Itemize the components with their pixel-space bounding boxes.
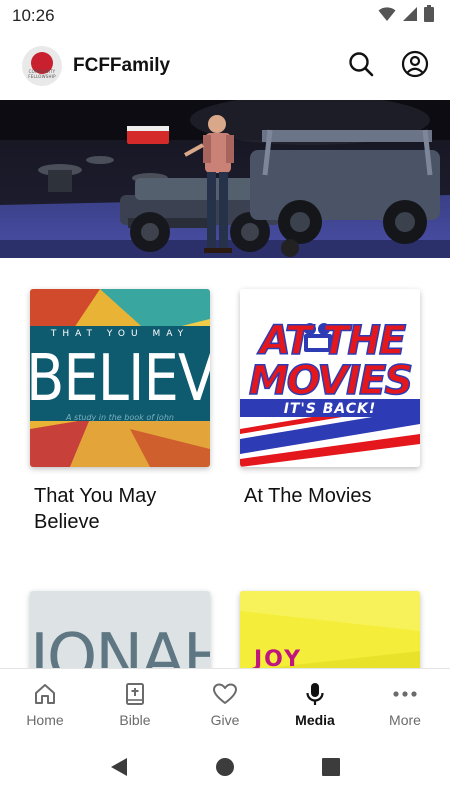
nav-label-more: More (389, 712, 421, 728)
search-icon (348, 51, 374, 82)
search-button[interactable] (346, 51, 376, 81)
series-card-movies[interactable]: AT THE MOVIES IT'S BACK! At The Movies (240, 289, 420, 509)
status-time: 10:26 (12, 6, 55, 25)
bible-icon (122, 681, 148, 707)
movies-line1: AT THE (259, 318, 407, 364)
cellular-signal-icon (402, 6, 418, 27)
series-artwork-movies: AT THE MOVIES IT'S BACK! (240, 289, 420, 467)
microphone-icon (302, 681, 328, 707)
nav-label-give: Give (210, 712, 240, 728)
nav-label-bible: Bible (119, 712, 151, 728)
believe-sub-text: A study in the book of John (66, 413, 174, 422)
nav-label-home: Home (26, 712, 64, 728)
heart-icon (212, 681, 238, 707)
system-navigation-bar (0, 738, 450, 800)
nav-label-media: Media (295, 712, 335, 728)
app-title: FCFFamily (73, 55, 171, 76)
nav-item-media[interactable]: Media (270, 669, 360, 738)
back-icon[interactable] (109, 757, 129, 782)
featured-media-banner[interactable] (0, 100, 450, 258)
believe-big-text: BELIEVE (30, 341, 210, 417)
believe-top-text: THAT YOU MAY (50, 329, 190, 339)
series-title-believe[interactable]: That You May Believe (30, 483, 210, 535)
bottom-navigation: Home Bible Give Media More (0, 668, 450, 738)
app-header: COMMUNITY FELLOWSHIP FCFFamily (0, 40, 450, 92)
more-icon (392, 681, 418, 707)
series-artwork-believe: THAT YOU MAY BELIEVE A study in the book… (30, 289, 210, 467)
nav-item-home[interactable]: Home (0, 669, 90, 738)
account-icon (401, 50, 429, 83)
status-icons (378, 5, 434, 27)
home-circle-icon[interactable] (215, 757, 235, 782)
series-card-believe[interactable]: THAT YOU MAY BELIEVE A study in the book… (30, 289, 210, 535)
church-logo[interactable]: COMMUNITY FELLOWSHIP (22, 46, 62, 86)
movies-line2: MOVIES (248, 358, 414, 404)
series-title-movies[interactable]: At The Movies (240, 483, 420, 509)
status-bar: 10:26 (0, 0, 450, 32)
nav-item-give[interactable]: Give (180, 669, 270, 738)
battery-icon (424, 5, 434, 27)
recents-icon[interactable] (321, 757, 341, 782)
movies-line3: IT'S BACK! (283, 401, 377, 417)
hero-scene (0, 100, 450, 258)
nav-item-bible[interactable]: Bible (90, 669, 180, 738)
nav-item-more[interactable]: More (360, 669, 450, 738)
home-icon (32, 681, 58, 707)
wifi-icon (378, 6, 396, 27)
logo-subtext: COMMUNITY FELLOWSHIP (28, 69, 56, 79)
account-button[interactable] (400, 50, 430, 83)
